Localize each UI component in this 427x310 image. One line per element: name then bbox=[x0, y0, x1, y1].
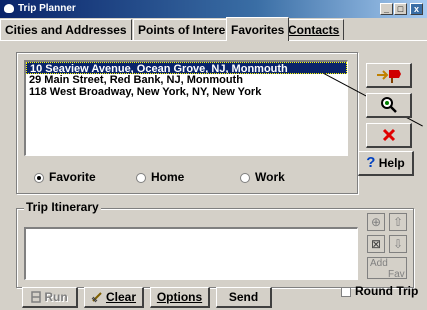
favorites-list[interactable]: 10 Seaview Avenue, Ocean Grove, NJ, Monm… bbox=[24, 60, 348, 156]
add-favorite-button[interactable] bbox=[366, 63, 412, 88]
clear-stop-button[interactable]: ⊠ bbox=[367, 235, 385, 253]
add-fav-button[interactable]: Add Fav bbox=[367, 257, 407, 280]
help-button[interactable]: ? Help bbox=[358, 151, 414, 176]
tab-favorites[interactable]: Favorites bbox=[226, 17, 290, 41]
list-item[interactable]: 29 Main Street, Red Bank, NJ, Monmouth bbox=[26, 74, 347, 86]
run-label: Run bbox=[44, 290, 68, 304]
run-button[interactable]: Run bbox=[22, 287, 78, 308]
radio-label: Favorite bbox=[49, 170, 96, 184]
magnifier-icon bbox=[380, 97, 397, 113]
radio-unchecked-icon bbox=[240, 172, 250, 183]
checkbox-unchecked-icon bbox=[341, 286, 351, 297]
delete-favorite-button[interactable] bbox=[366, 123, 412, 148]
tab-points-of-interest[interactable]: Points of Interest bbox=[133, 19, 242, 40]
move-up-button[interactable]: ⇧ bbox=[389, 213, 407, 231]
minimize-button[interactable]: _ bbox=[380, 3, 393, 15]
zoom-stop-button[interactable]: ⊕ bbox=[367, 213, 385, 231]
tab-label: Cities and Addresses bbox=[5, 23, 127, 37]
title-bar[interactable]: Trip Planner _ □ x bbox=[0, 0, 427, 18]
tab-cities-and-addresses[interactable]: Cities and Addresses bbox=[0, 19, 132, 40]
radio-checked-icon bbox=[34, 172, 44, 183]
radio-home[interactable]: Home bbox=[136, 170, 184, 184]
radio-favorite[interactable]: Favorite bbox=[34, 170, 96, 184]
broom-icon bbox=[91, 292, 102, 303]
arrow-up-icon: ⇧ bbox=[392, 215, 404, 229]
itinerary-legend: Trip Itinerary bbox=[24, 200, 101, 214]
list-item[interactable]: 118 West Broadway, New York, NY, New Yor… bbox=[26, 86, 347, 98]
radio-unchecked-icon bbox=[136, 172, 146, 183]
radio-label: Home bbox=[151, 170, 185, 184]
add-fav-label: Add bbox=[370, 258, 388, 269]
window-title: Trip Planner bbox=[18, 3, 76, 14]
radio-work[interactable]: Work bbox=[240, 170, 285, 184]
close-button[interactable]: x bbox=[410, 3, 423, 15]
tab-contacts[interactable]: Contacts bbox=[283, 19, 345, 40]
arrow-down-icon: ⇩ bbox=[392, 237, 404, 251]
itinerary-list[interactable] bbox=[24, 227, 358, 280]
options-button[interactable]: Options bbox=[150, 287, 210, 308]
tab-label: Favorites bbox=[231, 23, 285, 37]
add-favorite-icon bbox=[376, 70, 401, 83]
round-trip-checkbox[interactable]: Round Trip bbox=[341, 284, 418, 298]
clear-box-icon: ⊠ bbox=[370, 237, 382, 251]
app-icon bbox=[3, 3, 15, 14]
round-trip-label: Round Trip bbox=[355, 284, 419, 298]
tab-label: Points of Interest bbox=[138, 23, 237, 37]
red-x-icon bbox=[382, 128, 395, 142]
send-button[interactable]: Send bbox=[216, 287, 272, 308]
zoom-icon: ⊕ bbox=[370, 215, 382, 229]
help-icon: ? bbox=[366, 154, 376, 171]
help-label: Help bbox=[378, 156, 405, 170]
options-label: Options bbox=[156, 290, 203, 304]
fav-label: Fav bbox=[388, 269, 405, 280]
run-icon bbox=[31, 291, 42, 303]
maximize-button[interactable]: □ bbox=[394, 3, 407, 15]
find-location-button[interactable] bbox=[366, 93, 412, 118]
send-label: Send bbox=[228, 290, 259, 304]
radio-label: Work bbox=[255, 170, 285, 184]
move-down-button[interactable]: ⇩ bbox=[389, 235, 407, 253]
clear-label: Clear bbox=[105, 290, 137, 304]
tab-label: Contacts bbox=[288, 23, 340, 37]
list-item[interactable]: 10 Seaview Avenue, Ocean Grove, NJ, Monm… bbox=[26, 62, 347, 74]
trip-planner-window: Trip Planner _ □ x Cities and Addresses … bbox=[0, 0, 427, 310]
clear-button[interactable]: Clear bbox=[84, 287, 144, 308]
